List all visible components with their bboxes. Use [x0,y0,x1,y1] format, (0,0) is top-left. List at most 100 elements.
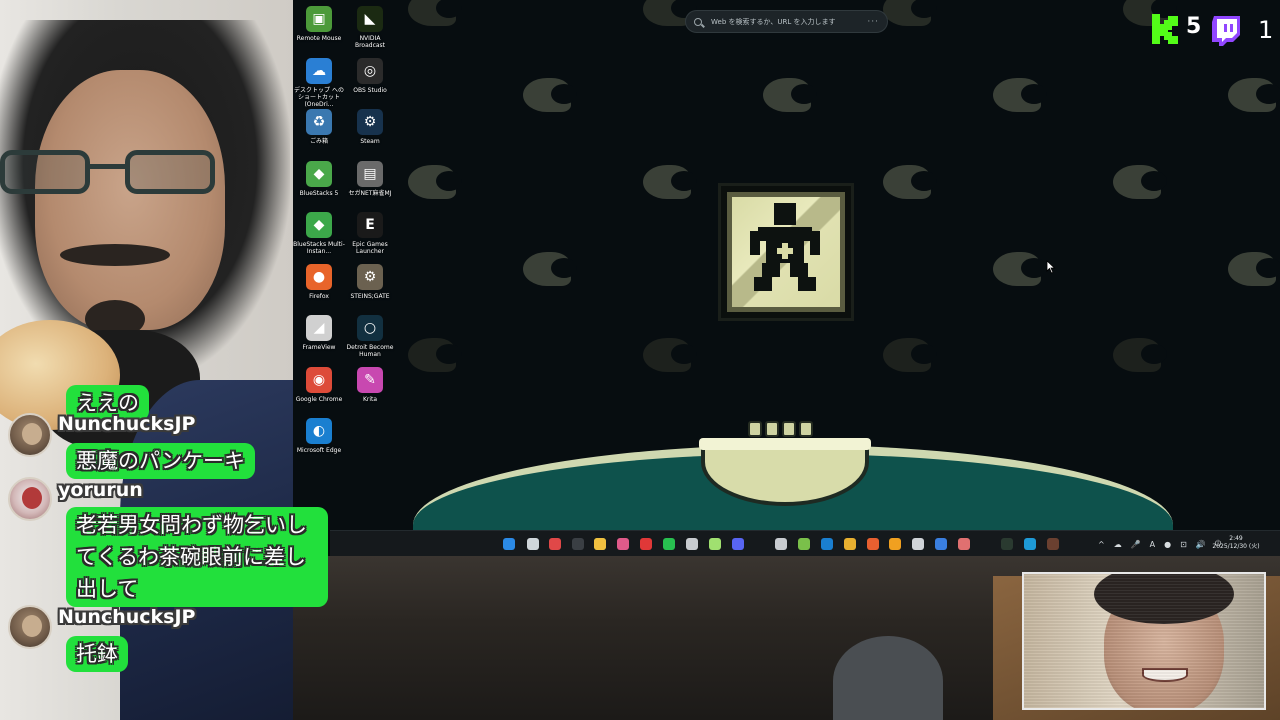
chat-username: yorurun [58,479,143,501]
chat-overlay: ええの NunchucksJP 悪魔のパンケーキ yorurun 老若男女問わず… [0,385,340,720]
moon-pattern-shape [993,78,1047,112]
taskbar-app-icon[interactable] [867,538,879,550]
steins-gate-icon: ⚙ [357,263,383,290]
taskbar-app-icon[interactable] [503,538,515,550]
tray-icon[interactable]: A [1150,540,1155,549]
firefox-icon: ● [306,263,332,290]
system-tray: ^ ☁ 🎤 A ● ⊡ 🔊 ⏻ [1098,537,1221,551]
bluestacks-icon: ◆ [306,160,332,187]
taskbar-app-icon[interactable] [549,538,561,550]
taskbar-app-icon[interactable] [732,538,744,550]
moon-pattern-shape [1113,165,1167,199]
twitch-viewer-count: 1 [1258,16,1274,44]
desktop-icon-sega-mj[interactable]: ▤ セガNET麻雀MJ [344,160,396,197]
taskbar-app-icon[interactable] [686,538,698,550]
taskbar-app-icon[interactable] [1001,538,1013,550]
taskbar-app-icon[interactable] [663,538,675,550]
taskbar-app-icon[interactable] [527,538,539,550]
tray-icon[interactable]: ⊡ [1180,540,1187,549]
desktop-icon-firefox[interactable]: ● Firefox [293,263,345,300]
moon-pattern-shape [883,165,937,199]
desktop-icon-steam[interactable]: ⚙ Steam [344,109,396,145]
taskbar-app-icon[interactable] [844,538,856,550]
desktop-icon-label: セガNET麻雀MJ [348,189,392,197]
remote-mouse-icon: ▣ [306,6,332,32]
taskbar-app-icon[interactable] [1047,538,1059,550]
taskbar-app-icon[interactable] [821,538,833,550]
taskbar-app-icon[interactable] [798,538,810,550]
windows-taskbar: ^ ☁ 🎤 A ● ⊡ 🔊 ⏻ 2:49 2025/12/30 (火) [330,530,1280,556]
taskbar-app-icon[interactable] [572,538,584,550]
wallpaper-character-frame [721,186,851,318]
web-search-widget[interactable]: Web を検索するか、URL を入力します ··· [685,10,888,33]
desktop-icon-frameview[interactable]: ◢ FrameView [293,315,345,351]
moon-pattern-shape [643,0,697,26]
taskbar-app-icon[interactable] [709,538,721,550]
moon-pattern-shape [1228,252,1280,286]
pixel-block [748,421,762,437]
taskbar-app-icon[interactable] [775,538,787,550]
pixel-block [765,421,779,437]
more-options-icon[interactable]: ··· [867,17,879,27]
desktop-icon-label: Epic Games Launcher [352,241,388,255]
stream-screen: ▣ Remote Mouse ◣ NVIDIA Broadcast ☁ デスクトップ への… [0,0,1280,720]
system-clock[interactable]: 2:49 2025/12/30 (火) [1210,535,1262,551]
recycle-bin-icon: ♻ [306,109,332,135]
taskbar-app-icon[interactable] [640,538,652,550]
desktop-icon-remote-mouse[interactable]: ▣ Remote Mouse [293,6,345,42]
desktop-icon-nvidia-broadcast[interactable]: ◣ NVIDIA Broadcast [344,6,396,49]
desktop-icon-label: Firefox [309,292,329,300]
desktop-icon-krita[interactable]: ✎ Krita [344,366,396,403]
desktop-icon-recycle-bin[interactable]: ♻ ごみ箱 [293,109,345,145]
pixel-block [782,421,796,437]
desktop-icon-label: Krita [362,395,378,403]
chat-avatar [8,413,52,457]
tray-icon[interactable]: 🎤 [1131,540,1141,549]
desktop-icon-steins-gate[interactable]: ⚙ STEINS;GATE [344,263,396,300]
desktop-icon-label: OBS Studio [353,86,387,94]
taskbar-app-icon[interactable] [958,538,970,550]
taskbar-app-icon[interactable] [912,538,924,550]
moon-pattern-shape [523,252,577,286]
tray-icon[interactable]: ^ [1098,540,1105,549]
onedrive-shortcut-icon: ☁ [306,57,332,84]
taskbar-app-icon[interactable] [617,538,629,550]
clock-time: 2:49 [1229,535,1243,542]
desktop-icon-bluestacks-multi[interactable]: ◆ BlueStacks Multi-Instan... [293,212,345,255]
pixel-block [799,421,813,437]
chat-message-text: 老若男女問わず物乞いしてくるわ茶碗眼前に差し出して [66,507,328,607]
chat-message-text: 悪魔のパンケーキ [66,443,256,479]
moon-pattern-shape [523,78,577,112]
chat-username: NunchucksJP [58,606,196,628]
obs-studio-icon: ◎ [357,57,383,84]
moon-pattern-shape [993,252,1047,286]
desktop-icon-bluestacks[interactable]: ◆ BlueStacks 5 [293,160,345,197]
tray-icon[interactable]: ● [1164,540,1171,549]
desktop-icon-label: ごみ箱 [309,138,328,145]
kick-logo-icon [1152,14,1178,44]
search-input[interactable]: Web を検索するか、URL を入力します [711,17,867,27]
desktop-icon-detroit[interactable]: ○ Detroit Become Human [344,315,396,358]
moon-pattern-shape [408,0,462,26]
steam-icon: ⚙ [357,109,383,135]
desktop-icon-onedrive-shortcut[interactable]: ☁ デスクトップ へのショートカット (OneDri... [293,57,345,108]
desktop-icon-label: Steam [360,138,380,145]
chat-avatar [8,477,52,521]
krita-icon: ✎ [357,366,383,393]
taskbar-app-icon[interactable] [594,538,606,550]
moon-pattern-shape [883,338,937,372]
desktop-icon-label: BlueStacks 5 [299,189,339,197]
taskbar-app-icon[interactable] [889,538,901,550]
tray-icon[interactable]: ☁ [1114,540,1122,549]
desktop-icon-obs-studio[interactable]: ◎ OBS Studio [344,57,396,94]
taskbar-app-icon[interactable] [1024,538,1036,550]
mustache [60,244,170,266]
moon-pattern-shape [1113,338,1167,372]
tray-icon[interactable]: 🔊 [1196,540,1206,549]
moon-pattern-shape [408,165,462,199]
frameview-icon: ◢ [306,315,332,341]
moon-pattern-shape [408,338,462,372]
taskbar-app-icon[interactable] [935,538,947,550]
chat-username: NunchucksJP [58,413,196,435]
desktop-icon-epic-games[interactable]: E Epic Games Launcher [344,212,396,255]
